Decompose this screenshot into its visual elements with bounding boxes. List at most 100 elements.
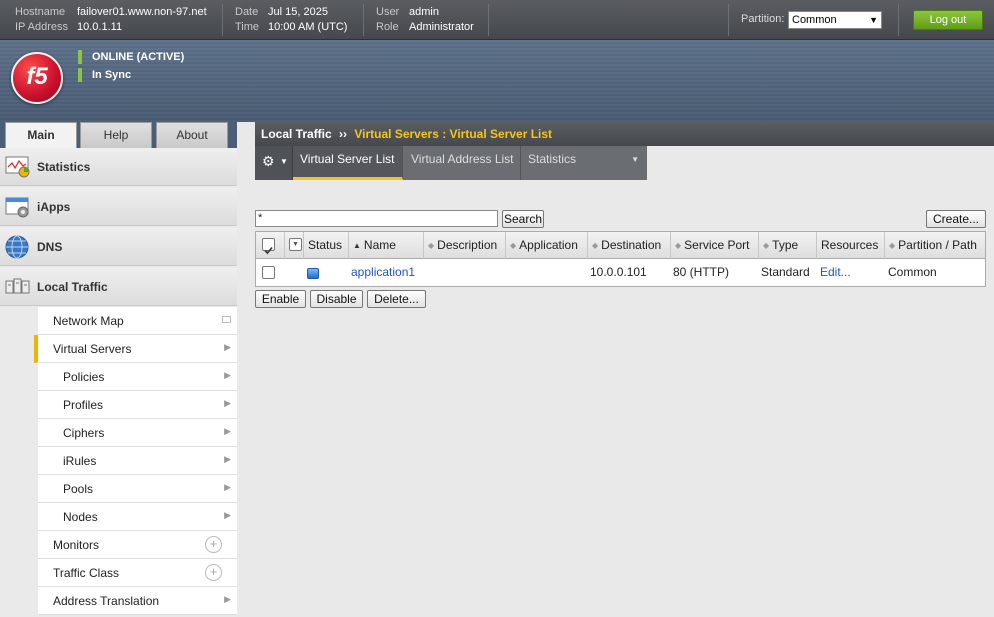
column-header-label: Description bbox=[437, 238, 498, 252]
hostname-label: Hostname bbox=[15, 6, 66, 18]
subtab-virtual-address-list[interactable]: Virtual Address List bbox=[404, 146, 521, 180]
network-map-icon bbox=[222, 316, 231, 323]
create-button[interactable]: Create... bbox=[926, 210, 986, 228]
column-header-label: Destination bbox=[601, 238, 662, 252]
sidebar-item-address-translation[interactable]: Address Translation ▶ bbox=[38, 587, 237, 615]
delete-button[interactable]: Delete... bbox=[367, 290, 426, 308]
sidebar-item-label: Nodes bbox=[63, 510, 98, 524]
time-value: 10:00 AM (UTC) bbox=[268, 21, 348, 33]
sort-icon: ◆ bbox=[592, 241, 599, 250]
column-header-application[interactable]: ◆ Application bbox=[505, 232, 587, 259]
gear-icon: ⚙ bbox=[262, 153, 275, 169]
breadcrumb: Local Traffic ›› Virtual Servers : Virtu… bbox=[255, 122, 994, 146]
sort-ascending-icon: ▲ bbox=[353, 241, 361, 250]
sidebar-item-label: Policies bbox=[63, 370, 105, 384]
sidebar-item-irules[interactable]: iRules ▶ bbox=[38, 447, 237, 475]
column-options-header[interactable]: ▼ bbox=[284, 232, 304, 259]
partition-select[interactable]: Common ▼ bbox=[788, 11, 882, 29]
breadcrumb-current: Virtual Servers : Virtual Server List bbox=[354, 127, 553, 141]
datetime-info: Date Jul 15, 2025 Time 10:00 AM (UTC) bbox=[235, 5, 347, 35]
column-header-partition[interactable]: ◆ Partition / Path bbox=[884, 232, 985, 259]
column-header-label: Name bbox=[363, 238, 396, 252]
column-header-service-port[interactable]: ◆ Service Port bbox=[670, 232, 758, 259]
chevron-down-icon: ▼ bbox=[289, 238, 302, 251]
chevron-right-icon: ▶ bbox=[224, 482, 231, 492]
add-icon[interactable]: + bbox=[205, 564, 222, 581]
subtab-bar: ⚙ ▼ Virtual Server List Virtual Address … bbox=[255, 146, 647, 180]
date-label: Date bbox=[235, 6, 259, 18]
sidebar-item-label: Virtual Servers bbox=[53, 342, 132, 356]
sidebar-item-pools[interactable]: Pools ▶ bbox=[38, 475, 237, 503]
logout-button[interactable]: Log out bbox=[913, 10, 983, 30]
row-name-link[interactable]: application1 bbox=[351, 259, 415, 286]
divider bbox=[898, 4, 899, 36]
column-header-label: Application bbox=[519, 238, 578, 252]
hostname-value: failover01.www.non-97.net bbox=[77, 6, 207, 18]
column-header-name[interactable]: ▲ Name bbox=[348, 232, 423, 259]
status-sync: In Sync bbox=[78, 68, 131, 82]
column-header-type[interactable]: ◆ Type bbox=[758, 232, 816, 259]
chevron-down-icon: ▼ bbox=[869, 15, 878, 25]
tab-main[interactable]: Main bbox=[5, 122, 77, 148]
dns-globe-icon bbox=[5, 235, 29, 259]
row-partition: Common bbox=[888, 265, 937, 279]
subtab-virtual-server-list[interactable]: Virtual Server List bbox=[293, 146, 403, 180]
search-button[interactable]: Search bbox=[502, 210, 544, 228]
virtual-server-table: ▼ Status ▲ Name ◆ Description ◆ Application… bbox=[255, 231, 986, 287]
sidebar-item-ciphers[interactable]: Ciphers ▶ bbox=[38, 419, 237, 447]
select-all-checkbox[interactable] bbox=[262, 238, 275, 255]
column-header-description[interactable]: ◆ Description bbox=[423, 232, 505, 259]
add-icon[interactable]: + bbox=[205, 536, 222, 553]
search-input[interactable]: * bbox=[255, 210, 498, 227]
tab-about[interactable]: About bbox=[156, 122, 228, 148]
sidebar-item-label: Profiles bbox=[63, 398, 104, 412]
sidebar-item-traffic-class[interactable]: Traffic Class + bbox=[38, 559, 237, 587]
row-checkbox[interactable] bbox=[262, 266, 275, 279]
divider bbox=[363, 4, 364, 36]
chevron-right-icon: ▶ bbox=[224, 594, 231, 604]
sidebar-section-label: DNS bbox=[37, 240, 63, 254]
tab-help[interactable]: Help bbox=[80, 122, 152, 148]
disable-button[interactable]: Disable bbox=[310, 290, 363, 308]
partition-value: Common bbox=[792, 14, 837, 26]
time-label: Time bbox=[235, 21, 260, 33]
role-label: Role bbox=[376, 21, 399, 33]
subtab-statistics[interactable]: Statistics ▼ bbox=[521, 146, 647, 180]
settings-menu-button[interactable]: ⚙ ▼ bbox=[255, 146, 293, 180]
ip-label: IP Address bbox=[15, 21, 68, 33]
enable-button[interactable]: Enable bbox=[255, 290, 306, 308]
sidebar-item-label: Network Map bbox=[53, 314, 124, 328]
iapps-icon bbox=[5, 197, 29, 218]
sidebar-item-monitors[interactable]: Monitors + bbox=[38, 531, 237, 559]
divider bbox=[728, 4, 729, 36]
role-value: Administrator bbox=[409, 21, 474, 33]
sidebar-section-local-traffic[interactable]: Local Traffic bbox=[0, 268, 237, 306]
virtual-server-name[interactable]: application1 bbox=[351, 265, 415, 279]
subtab-label: Statistics bbox=[528, 152, 577, 166]
breadcrumb-root[interactable]: Local Traffic bbox=[261, 127, 332, 141]
chevron-right-icon: ▶ bbox=[224, 370, 231, 380]
sidebar-item-profiles[interactable]: Profiles ▶ bbox=[38, 391, 237, 419]
sidebar-item-network-map[interactable]: Network Map bbox=[38, 307, 237, 335]
sidebar-section-iapps[interactable]: iApps bbox=[0, 188, 237, 226]
sidebar-section-dns[interactable]: DNS bbox=[0, 228, 237, 266]
row-resources-edit-link[interactable]: Edit... bbox=[820, 259, 851, 286]
statistics-icon bbox=[5, 156, 30, 178]
sidebar-item-virtual-servers[interactable]: Virtual Servers ▶ bbox=[34, 335, 237, 363]
column-header-status[interactable]: Status bbox=[303, 232, 348, 259]
sidebar-item-nodes[interactable]: Nodes ▶ bbox=[38, 503, 237, 531]
sidebar-section-statistics[interactable]: Statistics bbox=[0, 148, 237, 186]
sort-icon: ◆ bbox=[675, 241, 682, 250]
edit-link[interactable]: Edit... bbox=[820, 265, 851, 279]
chevron-down-icon: ▼ bbox=[280, 157, 288, 166]
row-service-port: 80 (HTTP) bbox=[673, 265, 730, 279]
column-header-destination[interactable]: ◆ Destination bbox=[587, 232, 670, 259]
sidebar-item-policies[interactable]: Policies ▶ bbox=[38, 363, 237, 391]
sidebar-item-label: Ciphers bbox=[63, 426, 105, 440]
host-info: Hostname failover01.www.non-97.net IP Add… bbox=[15, 5, 207, 35]
chevron-right-icon: ▶ bbox=[224, 342, 231, 352]
sort-icon: ◆ bbox=[889, 241, 896, 250]
column-header-label: Service Port bbox=[684, 238, 750, 252]
chevron-right-icon: ▶ bbox=[224, 454, 231, 464]
ip-value: 10.0.1.11 bbox=[77, 21, 123, 33]
